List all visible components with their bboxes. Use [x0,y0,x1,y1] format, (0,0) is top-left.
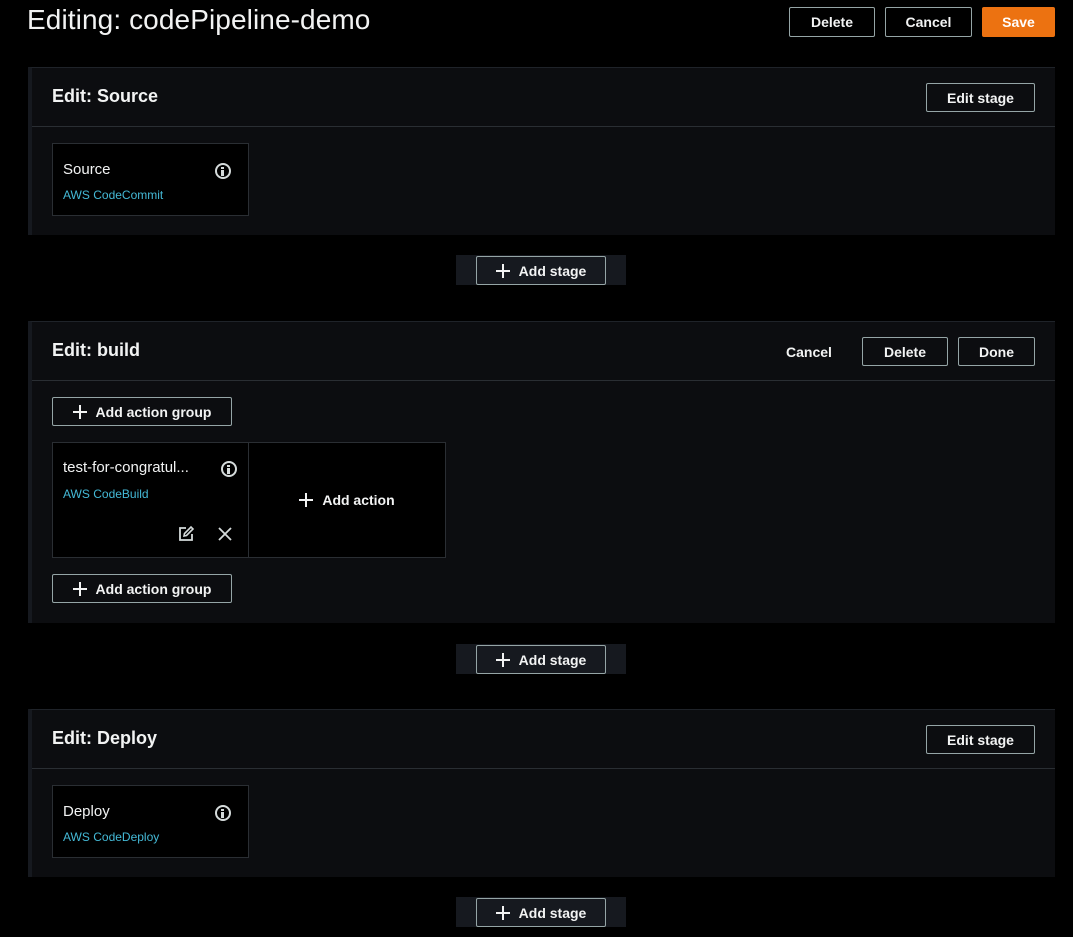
stage-source: Edit: Source Edit stage Source AWS CodeC… [28,67,1055,235]
add-stage-button[interactable]: Add stage [476,898,606,927]
add-stage-label: Add stage [518,651,587,668]
add-action-card[interactable]: Add action [248,442,446,558]
edit-stage-button[interactable]: Edit stage [926,725,1035,754]
action-name: Deploy [63,803,110,820]
action-name: Source [63,161,111,178]
stage-title: Edit: build [52,340,140,360]
add-action-group-label: Add action group [95,580,212,597]
add-action-label: Add action [322,492,395,508]
page-title: Editing: codePipeline-demo [27,4,371,35]
plus-icon [495,652,510,667]
save-button[interactable]: Save [982,7,1055,37]
cancel-button[interactable]: Cancel [885,7,972,37]
add-action-button[interactable]: Add action [249,443,445,557]
plus-icon [495,263,510,278]
action-card-source[interactable]: Source AWS CodeCommit [52,143,249,216]
stage-title: Edit: Source [52,86,159,106]
action-card-deploy[interactable]: Deploy AWS CodeDeploy [52,785,249,858]
action-provider-link[interactable]: AWS CodeDeploy [63,830,159,844]
plus-icon [72,404,87,419]
add-stage-label: Add stage [518,904,587,921]
add-action-group-button[interactable]: Add action group [52,397,232,426]
add-stage-button[interactable]: Add stage [476,645,606,674]
stage-build: Edit: build Cancel Delete Done Add actio… [28,321,1055,623]
add-stage-bar: Add stage [456,897,626,927]
add-stage-bar: Add stage [456,644,626,674]
stage-deploy: Edit: Deploy Edit stage Deploy AWS CodeD… [28,709,1055,877]
action-card-build[interactable]: test-for-congratul... AWS CodeBuild [52,442,249,558]
action-name: test-for-congratul... [63,459,189,476]
close-icon[interactable] [216,525,234,543]
add-stage-label: Add stage [518,262,587,279]
stage-header: Edit: Source Edit stage [32,68,1055,127]
edit-stage-button[interactable]: Edit stage [926,83,1035,112]
info-icon[interactable] [215,805,231,821]
action-provider-link[interactable]: AWS CodeCommit [63,188,163,202]
info-icon[interactable] [215,163,231,179]
add-stage-bar: Add stage [456,255,626,285]
stage-title: Edit: Deploy [52,728,158,748]
plus-icon [299,493,314,507]
cancel-stage-button[interactable]: Cancel [774,337,844,366]
plus-icon [72,581,87,596]
stage-header: Edit: build Cancel Delete Done [32,322,1055,381]
add-action-group-bottom-button[interactable]: Add action group [52,574,232,603]
delete-stage-button[interactable]: Delete [862,337,948,366]
delete-pipeline-button[interactable]: Delete [789,7,875,37]
stage-header: Edit: Deploy Edit stage [32,710,1055,769]
edit-icon[interactable] [177,525,195,543]
add-action-group-label: Add action group [95,403,212,420]
info-icon[interactable] [221,461,237,477]
done-button[interactable]: Done [958,337,1035,366]
add-stage-button[interactable]: Add stage [476,256,606,285]
action-provider-link[interactable]: AWS CodeBuild [63,487,149,501]
plus-icon [495,905,510,920]
